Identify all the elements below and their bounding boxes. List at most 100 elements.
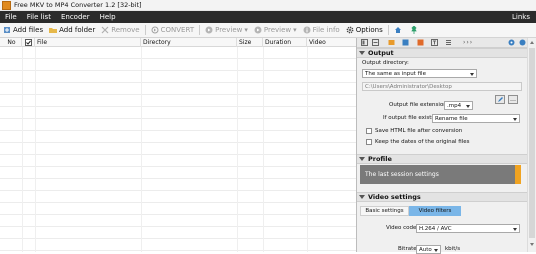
pencil-icon <box>497 97 503 102</box>
preview-button[interactable]: Preview ▾ <box>202 24 251 37</box>
chevron-down-icon: ▾ <box>244 26 248 34</box>
info-icon <box>303 26 311 34</box>
window-title: Free MKV to MP4 Converter 1.2 [32-bit] <box>14 1 142 9</box>
output-extension-select[interactable]: .mp4 <box>444 101 473 110</box>
tab-basic-settings-label: Basic settings <box>365 208 404 214</box>
panel-gear-icon[interactable] <box>508 39 515 46</box>
panel-settings-icon[interactable] <box>372 39 379 46</box>
remove-icon <box>101 26 109 34</box>
toolbar-divider <box>199 25 201 35</box>
menu-encoder[interactable]: Encoder <box>56 13 95 21</box>
output-extension-value: .mp4 <box>447 102 462 109</box>
file-exists-label: If output file exists: <box>383 115 437 121</box>
chevron-down-icon <box>513 228 517 231</box>
tab-video-filters-label: Video filters <box>418 208 452 214</box>
file-list-header: No File Directory Size Duration Video <box>0 37 356 47</box>
browse-button[interactable]: … <box>508 95 518 104</box>
profile-dropdown-handle[interactable] <box>515 165 521 184</box>
panel-audio-icon[interactable] <box>417 39 424 46</box>
ellipsis-icon: … <box>510 96 516 103</box>
preview-label: Preview <box>215 26 243 34</box>
profile-selector[interactable]: The last session settings <box>360 165 521 184</box>
video-codec-value: H.264 / AVC <box>419 225 452 232</box>
keep-dates-checkbox[interactable] <box>366 139 372 145</box>
grid-line <box>263 47 264 252</box>
title-bar: Free MKV to MP4 Converter 1.2 [32-bit] <box>0 0 536 11</box>
output-section-header[interactable]: Output <box>357 48 528 58</box>
bitrate-select[interactable]: Auto <box>416 245 441 254</box>
output-directory-select[interactable]: The same as input file <box>362 69 477 78</box>
column-duration[interactable]: Duration <box>263 37 307 47</box>
save-html-checkbox[interactable] <box>366 128 372 134</box>
menu-help[interactable]: Help <box>95 13 121 21</box>
panel-media-icon[interactable] <box>402 39 409 46</box>
home-button[interactable] <box>391 24 407 37</box>
checkbox-icon[interactable] <box>24 38 32 46</box>
column-select-all[interactable] <box>22 37 35 47</box>
chevron-down-icon <box>513 118 517 121</box>
chevron-down-icon: ▾ <box>293 26 297 34</box>
collapse-triangle-icon <box>359 51 365 55</box>
panel-scrollbar[interactable] <box>527 38 536 252</box>
grid-line <box>35 47 36 252</box>
menu-links[interactable]: Links <box>512 13 530 21</box>
panel-help-icon[interactable] <box>519 39 526 46</box>
menu-file-list[interactable]: File list <box>22 13 56 21</box>
scroll-down-icon[interactable] <box>530 243 534 246</box>
toolbar-divider <box>144 25 146 35</box>
panel-text-icon[interactable] <box>431 39 438 46</box>
file-exists-select[interactable]: Rename file <box>432 114 520 123</box>
bitrate-unit: kbit/s <box>445 246 461 252</box>
edit-path-button[interactable] <box>495 95 505 104</box>
video-codec-select[interactable]: H.264 / AVC <box>416 224 520 233</box>
menu-file[interactable]: File <box>0 13 22 21</box>
panel-list-icon[interactable] <box>445 39 452 46</box>
scroll-up-icon[interactable] <box>530 41 534 44</box>
add-files-icon <box>4 27 10 33</box>
remove-button[interactable]: Remove <box>98 24 142 37</box>
file-info-button[interactable]: File info <box>300 24 343 37</box>
column-size[interactable]: Size <box>237 37 263 47</box>
column-file[interactable]: File <box>35 37 141 47</box>
column-no[interactable]: No <box>0 37 22 47</box>
output-path-field[interactable]: C:\Users\Administrator\Desktop <box>362 82 522 91</box>
add-files-label: Add files <box>13 26 44 34</box>
panel-tag-icon[interactable] <box>388 39 395 46</box>
app-icon <box>2 0 11 10</box>
toolbar: Add files Add folder Remove CONVERT Prev… <box>0 23 536 38</box>
column-video[interactable]: Video <box>307 38 356 47</box>
preview-2-label: Preview <box>263 26 292 34</box>
convert-label: CONVERT <box>160 26 195 34</box>
scrollbar-thumb[interactable] <box>529 48 535 238</box>
file-list-body[interactable] <box>0 47 356 252</box>
file-info-label: File info <box>312 26 340 34</box>
tab-basic-settings[interactable]: Basic settings <box>360 206 409 216</box>
folder-icon <box>49 28 58 33</box>
profile-value: The last session settings <box>365 171 439 178</box>
options-button[interactable]: Options <box>343 24 386 37</box>
grid-line <box>307 47 308 252</box>
output-extension-label: Output file extension: <box>389 102 449 108</box>
settings-panel: ››› Output Output directory: The same as… <box>356 38 528 254</box>
convert-button[interactable]: CONVERT <box>148 24 197 37</box>
pin-button[interactable] <box>407 24 423 37</box>
add-folder-button[interactable]: Add folder <box>46 24 98 37</box>
menu-bar: File File list Encoder Help Links <box>0 11 536 23</box>
preview-2-button[interactable]: Preview ▾ <box>251 24 300 37</box>
profile-section-header[interactable]: Profile <box>357 154 528 164</box>
panel-view-icon[interactable] <box>361 39 368 46</box>
add-files-button[interactable]: Add files <box>0 24 46 37</box>
remove-label: Remove <box>111 26 140 34</box>
output-directory-label: Output directory: <box>362 60 409 66</box>
tab-video-filters[interactable]: Video filters <box>409 206 461 216</box>
add-folder-label: Add folder <box>59 26 96 34</box>
keep-dates-label: Keep the dates of the original files <box>375 139 470 145</box>
home-icon <box>394 27 401 33</box>
video-settings-title: Video settings <box>368 193 421 201</box>
video-settings-header[interactable]: Video settings <box>357 192 528 202</box>
collapse-triangle-icon <box>359 157 365 161</box>
file-list[interactable]: No File Directory Size Duration Video <box>0 37 356 252</box>
grid-line <box>141 47 142 252</box>
column-directory[interactable]: Directory <box>141 37 237 47</box>
panel-expand-arrows[interactable]: ››› <box>463 39 473 46</box>
